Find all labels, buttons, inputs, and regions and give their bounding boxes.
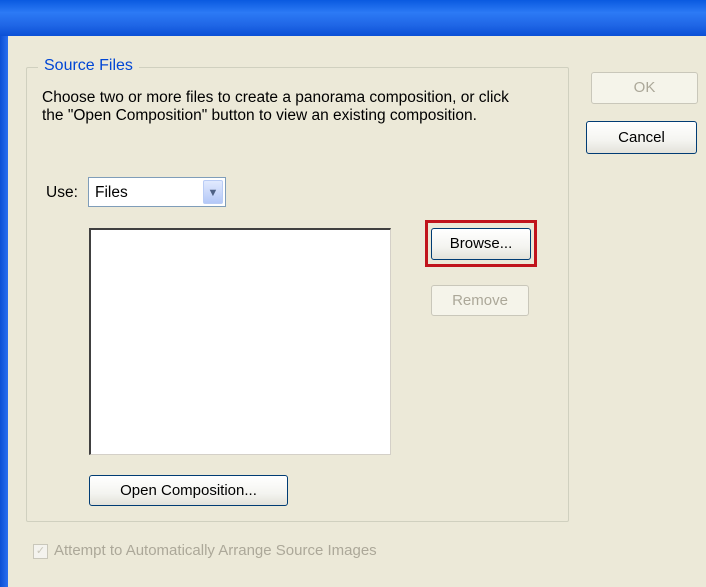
window-frame-edge: [0, 36, 8, 587]
browse-button[interactable]: Browse...: [431, 228, 531, 260]
group-title: Source Files: [38, 57, 139, 75]
cancel-button[interactable]: Cancel: [586, 121, 697, 154]
use-dropdown[interactable]: Files ▼: [88, 177, 226, 207]
ok-button[interactable]: OK: [591, 72, 698, 104]
instructions-line-1: Choose two or more files to create a pan…: [42, 89, 509, 106]
auto-arrange-label: Attempt to Automatically Arrange Source …: [54, 542, 377, 559]
instructions-line-2: the "Open Composition" button to view an…: [42, 107, 477, 124]
open-composition-button[interactable]: Open Composition...: [89, 475, 288, 506]
remove-button[interactable]: Remove: [431, 285, 529, 316]
title-bar[interactable]: [0, 0, 706, 36]
instructions-text: Choose two or more files to create a pan…: [42, 89, 562, 125]
use-dropdown-value: Files: [95, 184, 128, 201]
auto-arrange-checkbox[interactable]: ✓: [33, 544, 48, 559]
source-files-list[interactable]: [89, 228, 391, 455]
chevron-down-icon[interactable]: ▼: [203, 180, 223, 204]
use-label: Use:: [46, 184, 78, 201]
